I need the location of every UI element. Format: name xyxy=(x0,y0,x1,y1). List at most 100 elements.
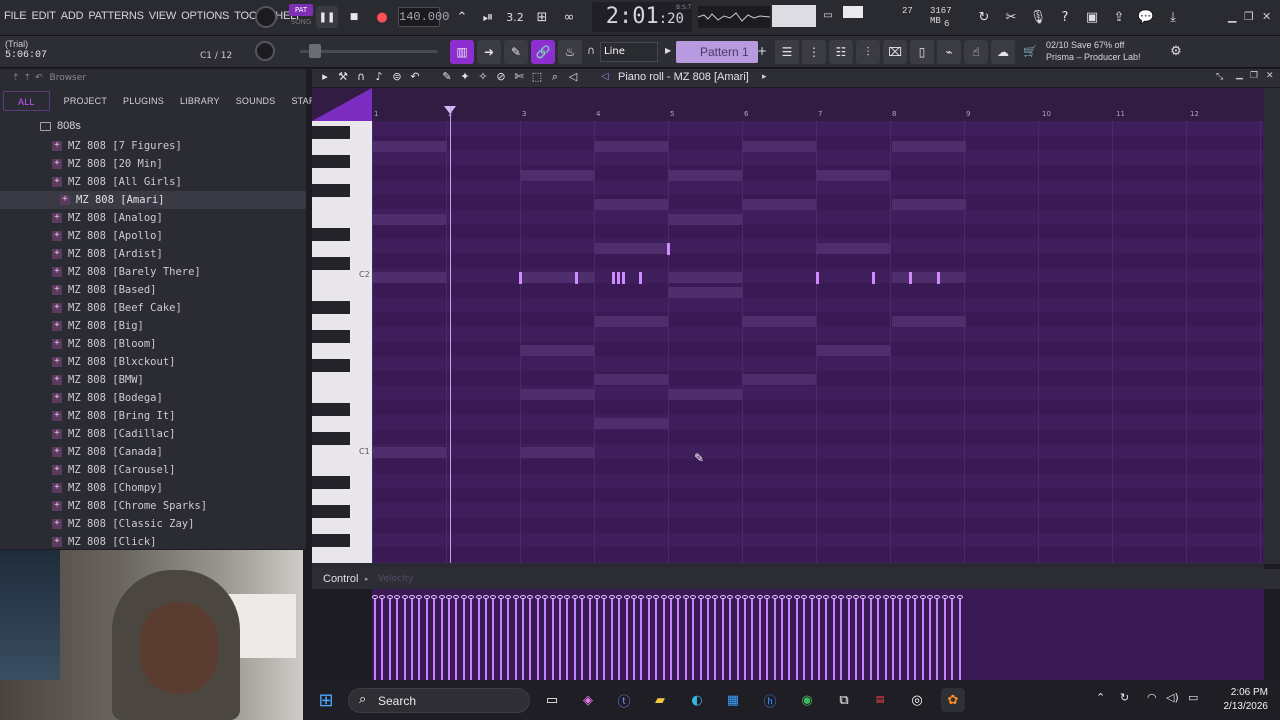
velocity-bar[interactable] xyxy=(559,598,561,680)
arrow-button[interactable]: ➜ xyxy=(477,40,501,64)
velocity-handle[interactable] xyxy=(409,595,415,599)
expand-icon[interactable]: + xyxy=(52,357,62,367)
note-icon[interactable]: ♪ xyxy=(372,70,386,84)
arrow-icon[interactable]: ⇡ xyxy=(12,73,20,83)
black-key[interactable] xyxy=(312,228,350,241)
velocity-bar[interactable] xyxy=(448,598,450,680)
velocity-handle[interactable] xyxy=(668,595,674,599)
help-icon[interactable]: ? xyxy=(1054,6,1076,28)
teams-button[interactable]: ⓣ xyxy=(612,688,636,712)
velocity-bar[interactable] xyxy=(692,598,695,680)
velocity-bar[interactable] xyxy=(573,598,576,680)
magnet-icon[interactable]: ∩ xyxy=(587,44,595,57)
velocity-handle[interactable] xyxy=(571,595,578,599)
tab-all[interactable]: ALL xyxy=(3,91,50,111)
velocity-handle[interactable] xyxy=(675,595,682,599)
close-icon[interactable]: ✕ xyxy=(1262,10,1271,23)
velocity-bar[interactable] xyxy=(455,598,458,680)
tempo-tapper-button[interactable]: ☝ xyxy=(964,40,988,64)
velocity-handle[interactable] xyxy=(697,595,704,599)
save-icon[interactable]: ▣ xyxy=(1081,6,1103,28)
velocity-handle[interactable] xyxy=(682,595,689,599)
velocity-handle[interactable] xyxy=(734,595,741,599)
velocity-handle[interactable] xyxy=(468,595,475,599)
tab-project[interactable]: PROJECT xyxy=(56,89,115,113)
velocity-bar[interactable] xyxy=(773,598,776,680)
velocity-handle[interactable] xyxy=(927,595,933,599)
copilot-button[interactable]: ◈ xyxy=(576,688,600,712)
note[interactable] xyxy=(816,272,819,284)
browser-item[interactable]: + MZ 808 [Classic Zay] xyxy=(0,515,306,533)
velocity-handle[interactable] xyxy=(830,595,837,599)
velocity-bar[interactable] xyxy=(544,598,547,680)
expand-icon[interactable]: + xyxy=(52,537,62,547)
velocity-bar[interactable] xyxy=(921,598,924,680)
expand-icon[interactable]: + xyxy=(52,213,62,223)
voicemeeter-button[interactable]: ▤ xyxy=(868,688,892,712)
file-explorer-button[interactable]: ▰ xyxy=(648,688,672,712)
play-pause-button[interactable]: ❚❚ xyxy=(316,6,338,28)
playlist-button[interactable]: ☰ xyxy=(775,40,799,64)
back-icon[interactable]: ↶ xyxy=(35,73,43,83)
velocity-bar[interactable] xyxy=(781,598,783,680)
velocity-bar[interactable] xyxy=(788,598,791,680)
velocity-lane[interactable] xyxy=(372,589,1264,680)
velocity-bar[interactable] xyxy=(396,598,399,680)
velocity-bar[interactable] xyxy=(633,598,635,680)
velocity-handle[interactable] xyxy=(386,595,393,599)
browser-item[interactable]: + MZ 808 [Beef Cake] xyxy=(0,299,306,317)
capcut-button[interactable]: ⧉ xyxy=(832,688,856,712)
velocity-handle[interactable] xyxy=(727,595,734,599)
velocity-bar[interactable] xyxy=(818,598,820,680)
black-key[interactable] xyxy=(312,359,350,372)
black-key[interactable] xyxy=(312,432,350,445)
velocity-bar[interactable] xyxy=(684,598,687,680)
expand-icon[interactable]: + xyxy=(52,447,62,457)
zoom-tool-icon[interactable]: ⌕ xyxy=(548,70,562,84)
velocity-handle[interactable] xyxy=(690,595,697,599)
note[interactable] xyxy=(639,272,642,284)
black-key[interactable] xyxy=(312,155,350,168)
velocity-bar[interactable] xyxy=(766,598,769,680)
maximize-icon[interactable]: ❐ xyxy=(1244,10,1254,23)
undo-icon[interactable]: ↶ xyxy=(408,70,422,84)
tab-plugins[interactable]: PLUGINS xyxy=(115,89,172,113)
velocity-handle[interactable] xyxy=(719,595,726,599)
velocity-bar[interactable] xyxy=(899,598,902,680)
velocity-bar[interactable] xyxy=(492,598,495,680)
black-key[interactable] xyxy=(312,257,350,270)
export-icon[interactable]: ⇪ xyxy=(1108,6,1130,28)
velocity-bar[interactable] xyxy=(374,598,376,680)
velocity-handle[interactable] xyxy=(431,595,438,599)
browser-item[interactable]: + MZ 808 [Amari] xyxy=(0,191,306,209)
velocity-bar[interactable] xyxy=(433,598,436,680)
velocity-handle[interactable] xyxy=(453,595,460,599)
expand-icon[interactable]: + xyxy=(52,393,62,403)
control-selector[interactable]: Control xyxy=(323,573,358,585)
velocity-bar[interactable] xyxy=(906,598,909,680)
velocity-handle[interactable] xyxy=(401,595,408,599)
velocity-bar[interactable] xyxy=(677,598,680,680)
fl-studio-taskbar-button[interactable]: ✿ xyxy=(941,688,965,712)
black-key[interactable] xyxy=(312,476,350,489)
pencil-button[interactable]: ✎ xyxy=(504,40,528,64)
velocity-handle[interactable] xyxy=(793,595,800,599)
velocity-handle[interactable] xyxy=(808,595,815,599)
velocity-bar[interactable] xyxy=(514,598,517,680)
velocity-bar[interactable] xyxy=(810,598,813,680)
velocity-bar[interactable] xyxy=(470,598,473,680)
velocity-bar[interactable] xyxy=(936,598,939,680)
velocity-bar[interactable] xyxy=(522,598,524,680)
velocity-handle[interactable] xyxy=(912,595,919,599)
note-grid[interactable] xyxy=(372,121,1264,563)
velocity-bar[interactable] xyxy=(714,598,717,680)
velocity-handle[interactable] xyxy=(845,595,852,599)
plugin-picker-button[interactable]: ▯ xyxy=(910,40,934,64)
velocity-bar[interactable] xyxy=(744,598,746,680)
channel-rack-button[interactable]: ⋮ xyxy=(802,40,826,64)
pitch-knob[interactable] xyxy=(255,41,275,61)
velocity-handle[interactable] xyxy=(941,595,948,599)
velocity-bar[interactable] xyxy=(729,598,732,680)
velocity-bar[interactable] xyxy=(388,598,391,680)
settings-gear-icon[interactable]: ⚙ xyxy=(1165,40,1187,62)
